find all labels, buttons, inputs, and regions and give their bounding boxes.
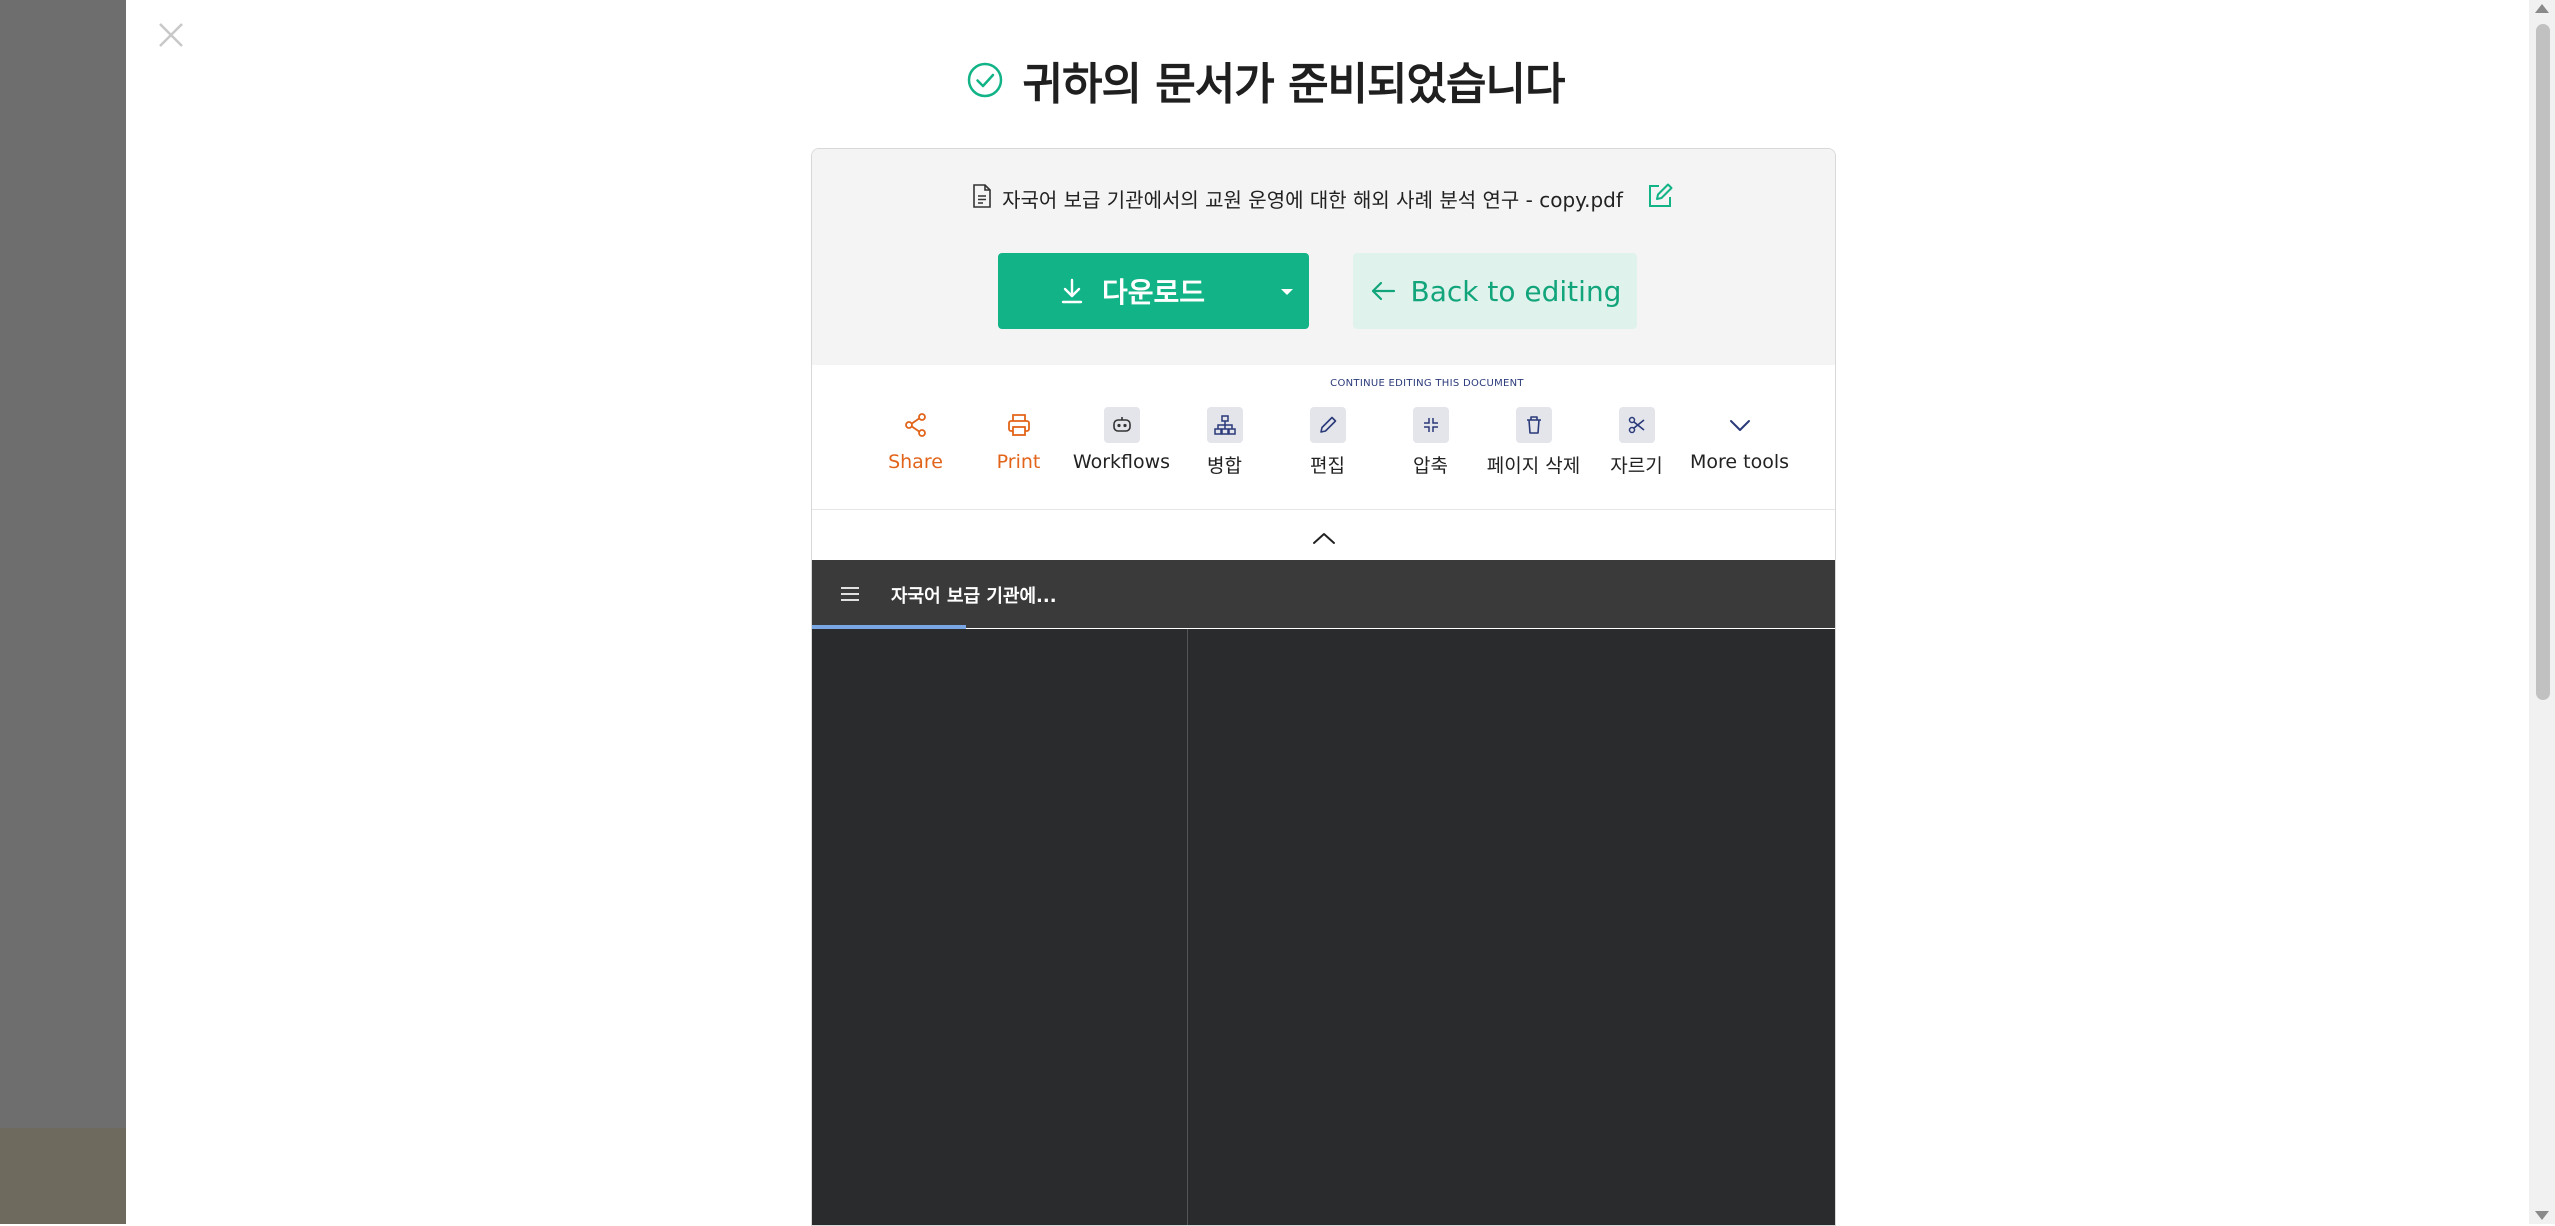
card-header: 자국어 보급 기관에서의 교원 운영에 대한 해외 사례 분석 연구 - cop…: [812, 149, 1835, 365]
viewer-doc-title: 자국어 보급 기관에...: [891, 586, 1057, 607]
check-circle-icon: [967, 62, 1002, 98]
tools-row: Share Print Workflows 병합 편집 압축 페이지 삭제 자르…: [864, 407, 1791, 478]
backdrop-overlay: [0, 0, 126, 1224]
close-button[interactable]: [154, 18, 188, 52]
filename-row: 자국어 보급 기관에서의 교원 운영에 대한 해외 사례 분석 연구 - cop…: [812, 181, 1835, 216]
result-card: 자국어 보급 기관에서의 교원 운영에 대한 해외 사례 분석 연구 - cop…: [811, 148, 1836, 1226]
share-icon: [898, 407, 934, 443]
tool-label: Workflows: [1072, 451, 1171, 473]
download-icon: [1061, 278, 1083, 304]
chevron-down-icon: [1722, 407, 1758, 443]
tool-compress[interactable]: 압축: [1379, 407, 1482, 478]
arrow-left-icon: [1371, 281, 1395, 301]
download-options-caret-icon[interactable]: [1281, 289, 1293, 295]
backdrop-overlay-bottom: [0, 1128, 126, 1224]
file-name: 자국어 보급 기관에서의 교원 운영에 대한 해외 사례 분석 연구 - cop…: [1002, 188, 1623, 212]
tool-label: 압축: [1413, 455, 1448, 477]
print-icon: [1001, 407, 1037, 443]
sidebar-splitter[interactable]: [1187, 629, 1188, 1225]
pencil-square-icon: [1648, 183, 1673, 207]
tool-label: 병합: [1207, 455, 1242, 477]
back-to-editing-label: Back to editing: [1410, 274, 1622, 308]
split-icon: [1618, 407, 1655, 443]
continue-editing-label: CONTINUE EDITING THIS DOCUMENT: [1330, 378, 1524, 389]
page-title: 귀하의 문서가 준비되었습니다: [1022, 59, 1566, 110]
tool-label: More tools: [1689, 451, 1790, 473]
tool-label: 편집: [1310, 455, 1345, 477]
tool-label: Print: [996, 451, 1041, 473]
tool-split[interactable]: 자르기: [1585, 407, 1688, 478]
tool-merge[interactable]: 병합: [1173, 407, 1276, 478]
merge-icon: [1206, 407, 1243, 443]
tool-delete-page[interactable]: 페이지 삭제: [1482, 407, 1585, 478]
tool-label: 페이지 삭제: [1486, 455, 1581, 477]
tool-workflows[interactable]: Workflows: [1070, 407, 1173, 478]
pdf-viewer[interactable]: [812, 629, 1835, 1225]
tool-more[interactable]: More tools: [1688, 407, 1791, 478]
scroll-thumb[interactable]: [2536, 24, 2550, 700]
page-heading: 귀하의 문서가 준비되었습니다: [965, 48, 1565, 112]
hamburger-menu-icon[interactable]: [838, 582, 862, 606]
edit-icon: [1309, 407, 1346, 443]
tool-label: 자르기: [1610, 455, 1663, 477]
header: 귀하의 문서가 준비되었습니다: [0, 48, 2529, 112]
scroll-down-arrow[interactable]: [2535, 1211, 2549, 1220]
workflows-icon: [1103, 407, 1140, 443]
tool-label: Share: [888, 451, 943, 473]
chevron-up-icon: [1313, 533, 1335, 544]
tool-print[interactable]: Print: [967, 407, 1070, 478]
rename-button[interactable]: [1633, 181, 1675, 216]
scroll-up-arrow[interactable]: [2535, 4, 2549, 13]
download-button[interactable]: 다운로드: [998, 253, 1309, 329]
page-scrollbar[interactable]: [2529, 0, 2555, 1224]
tool-share[interactable]: Share: [864, 407, 967, 478]
back-to-editing-button[interactable]: Back to editing: [1353, 253, 1637, 329]
collapse-tools-button[interactable]: [1306, 523, 1342, 553]
delete-page-icon: [1515, 407, 1552, 443]
document-icon: [972, 184, 992, 213]
close-icon: [159, 23, 183, 47]
viewer-toolbar: 자국어 보급 기관에...: [812, 560, 1835, 628]
tool-edit[interactable]: 편집: [1276, 407, 1379, 478]
download-label: 다운로드: [1102, 276, 1206, 309]
divider: [812, 509, 1835, 510]
compress-icon: [1412, 407, 1449, 443]
